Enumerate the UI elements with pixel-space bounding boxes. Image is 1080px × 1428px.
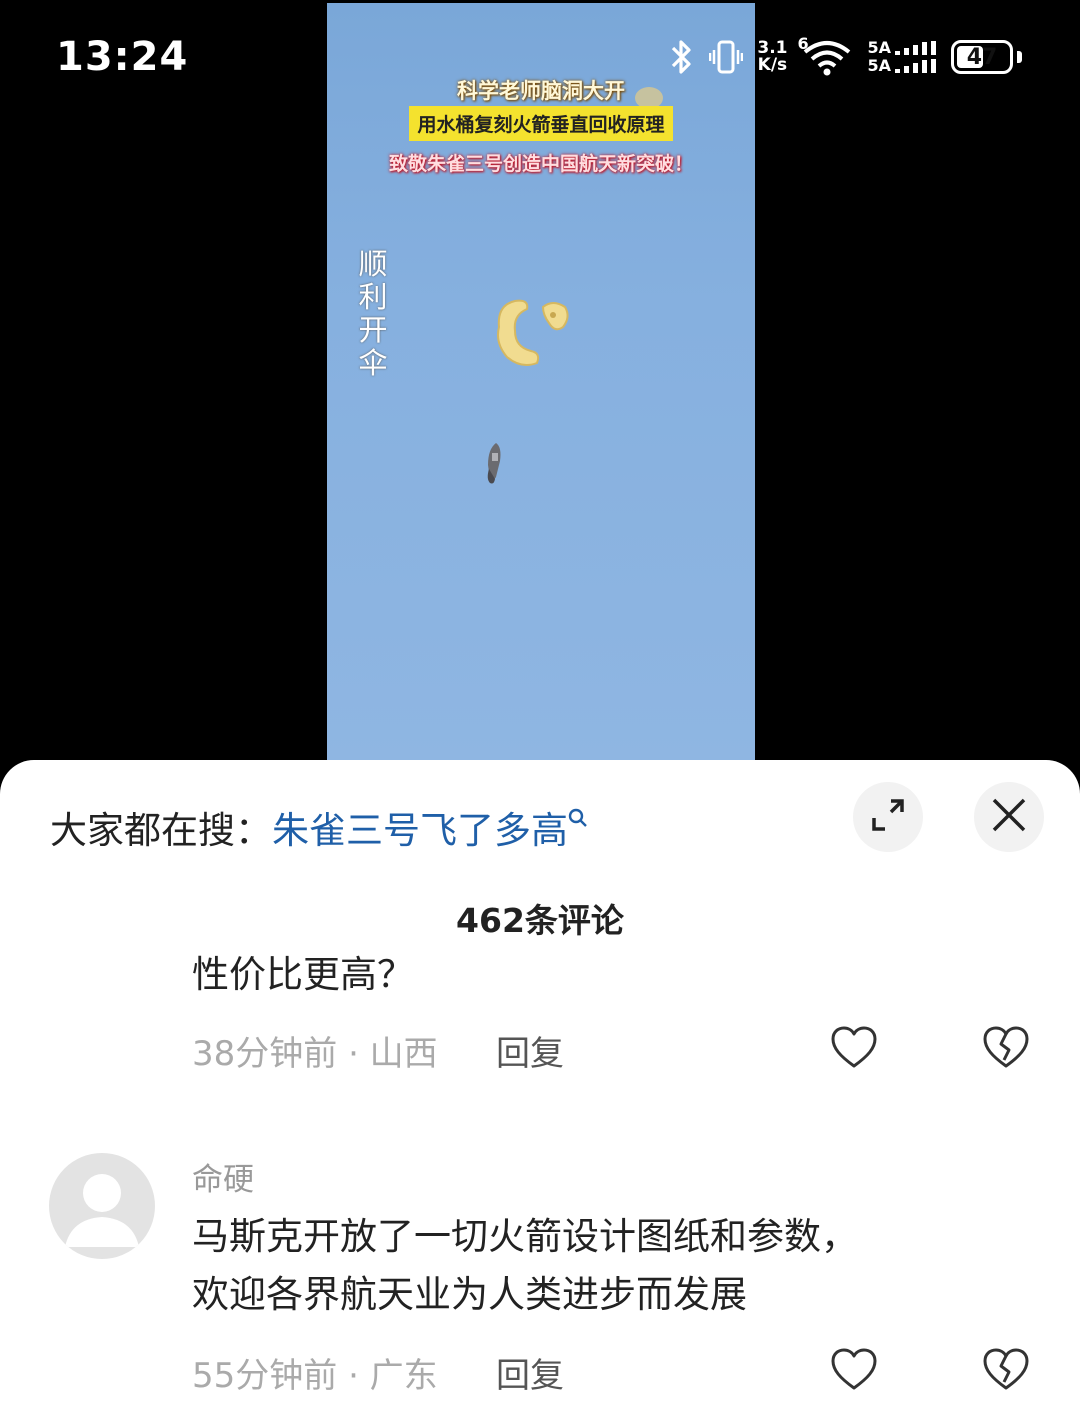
parachute-image — [493, 295, 587, 379]
video-caption-2: 用水桶复刻火箭垂直回收原理 — [409, 106, 673, 141]
video-vertical-text: 顺利开伞 — [358, 247, 388, 380]
network-speed: 3.1 K/s — [757, 40, 787, 74]
close-icon — [991, 797, 1027, 837]
status-time: 13:24 — [56, 34, 189, 80]
signal2-label: 5A — [867, 56, 891, 75]
net-speed-unit: K/s — [757, 55, 788, 75]
broken-heart-icon[interactable] — [982, 1026, 1030, 1074]
trending-search[interactable]: 大家都在搜：朱雀三号飞了多高 — [50, 800, 588, 854]
battery-icon: 47 — [951, 40, 1013, 74]
comment-count: 462条评论 — [456, 901, 624, 940]
expand-button[interactable] — [853, 782, 923, 852]
rocket-image — [482, 441, 506, 489]
comment-meta: 55分钟前 · 广东 — [192, 1356, 438, 1396]
signal-icon: 5A 5A — [867, 40, 937, 74]
expand-icon — [869, 796, 907, 838]
close-button[interactable] — [974, 782, 1044, 852]
status-icons: 3.1 K/s 6 5A 5A 47 — [669, 36, 1022, 76]
comment-text: 性价比更高？ — [192, 953, 414, 996]
trending-search-keyword[interactable]: 朱雀三号飞了多高 — [272, 809, 568, 852]
video-player[interactable]: 科学老师脑洞大开 用水桶复刻火箭垂直回收原理 致敬朱雀三号创造中国航天新突破！ … — [327, 3, 755, 763]
wifi-label: 6 — [797, 34, 809, 53]
trending-search-prefix: 大家都在搜： — [50, 809, 272, 852]
comment-username[interactable]: 命硬 — [192, 1154, 254, 1199]
avatar-placeholder-icon — [65, 1174, 139, 1247]
reply-button[interactable]: 回复 — [496, 1026, 564, 1075]
signal1-label: 5A — [867, 38, 891, 57]
comment-text-line2: 欢迎各界航天业为人类进步而发展 — [192, 1273, 747, 1316]
heart-icon[interactable] — [830, 1348, 878, 1396]
avatar[interactable] — [49, 1153, 155, 1259]
search-icon — [568, 808, 588, 836]
vibrate-icon — [709, 39, 744, 75]
broken-heart-icon[interactable] — [982, 1348, 1030, 1396]
battery-level: 47 — [966, 45, 998, 70]
comment-text-line1: 马斯克开放了一切火箭设计图纸和参数， — [192, 1215, 858, 1258]
comment-panel: 大家都在搜：朱雀三号飞了多高 462条评论 性价比更高？ 38分钟前 · 山西 … — [0, 760, 1080, 1428]
video-caption-3: 致敬朱雀三号创造中国航天新突破！ — [388, 153, 693, 175]
heart-icon[interactable] — [830, 1026, 878, 1074]
comment-meta: 38分钟前 · 山西 — [192, 1034, 438, 1074]
reply-button[interactable]: 回复 — [496, 1348, 564, 1397]
wifi-icon: 6 — [797, 36, 853, 76]
video-caption-1: 科学老师脑洞大开 — [457, 79, 625, 103]
bluetooth-icon — [669, 39, 695, 75]
